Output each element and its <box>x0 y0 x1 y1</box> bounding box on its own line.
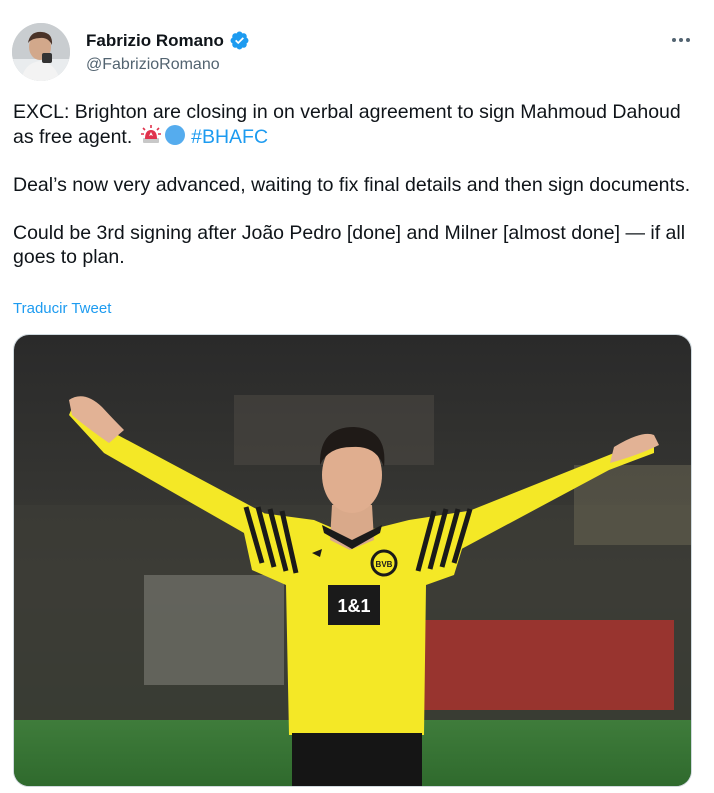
tweet-paragraph-3: Could be 3rd signing after João Pedro [d… <box>13 222 686 268</box>
tweet-media-image[interactable]: 1&1 BVB <box>13 334 692 787</box>
tweet-paragraph-1: EXCL: Brighton are closing in on verbal … <box>13 100 693 149</box>
club-badge-text: BVB <box>376 560 393 569</box>
tweet-line1-text: EXCL: Brighton are closing in on verbal … <box>13 101 681 148</box>
verified-badge-icon <box>229 30 250 51</box>
more-options-icon[interactable] <box>670 30 692 50</box>
blue-circle-emoji-icon <box>164 124 186 146</box>
author-display-name[interactable]: Fabrizio Romano <box>86 31 224 51</box>
tweet-card: Fabrizio Romano @FabrizioRomano EXCL: Br… <box>0 0 714 793</box>
hashtag-link[interactable]: #BHAFC <box>191 126 268 148</box>
tweet-text: EXCL: Brighton are closing in on verbal … <box>13 100 693 269</box>
tweet-paragraph-2: Deal’s now very advanced, waiting to fix… <box>13 174 691 196</box>
translate-tweet-link[interactable]: Traducir Tweet <box>13 300 111 317</box>
sponsor-text: 1&1 <box>337 596 370 616</box>
author-name-row: Fabrizio Romano <box>86 30 250 51</box>
author-handle[interactable]: @FabrizioRomano <box>86 56 220 74</box>
siren-emoji-icon <box>140 124 162 146</box>
author-avatar[interactable] <box>12 23 70 81</box>
